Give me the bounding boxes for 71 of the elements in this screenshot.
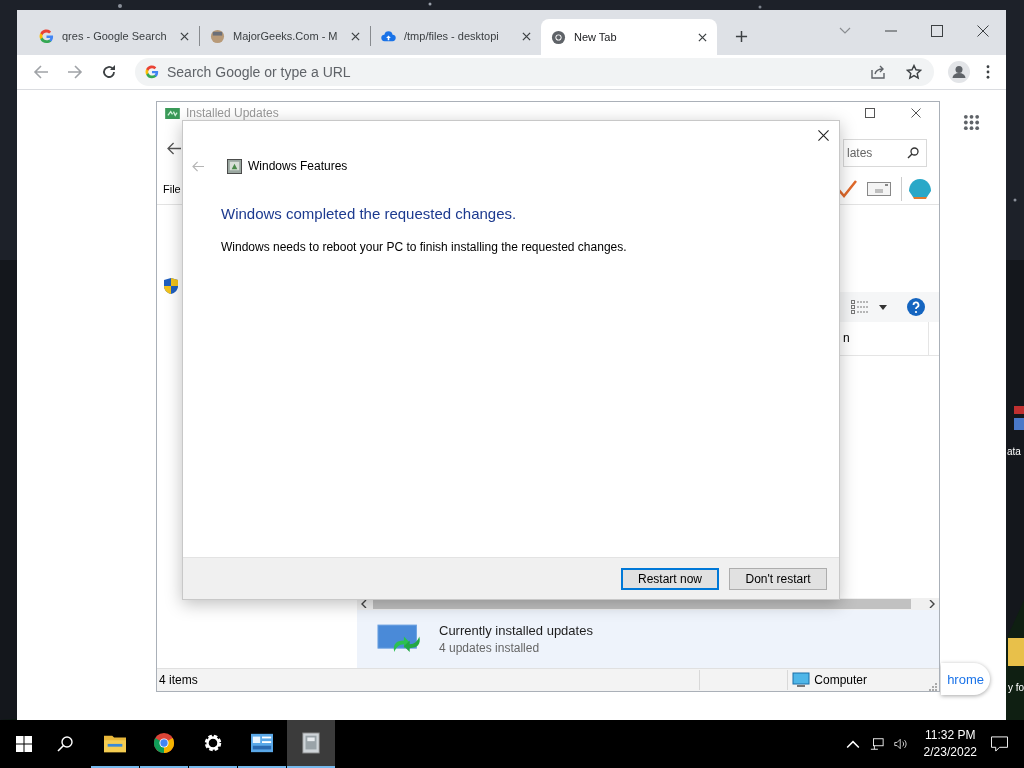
installer-icon <box>300 732 322 754</box>
dialog-title: Windows Features <box>248 159 348 173</box>
details-title: Currently installed updates <box>439 623 593 638</box>
column-header[interactable]: n <box>843 322 929 355</box>
gear-icon <box>202 732 224 754</box>
chrome-icon <box>153 732 175 754</box>
menu-item[interactable]: File <box>163 182 181 195</box>
close-icon[interactable] <box>522 31 531 41</box>
apps-grid-icon[interactable] <box>963 114 980 131</box>
clock-date: 2/23/2022 <box>923 744 977 761</box>
menu-icon[interactable] <box>986 65 990 79</box>
search-field[interactable]: lates <box>843 138 927 167</box>
envelope-icon[interactable] <box>867 181 891 196</box>
cancel-button[interactable]: Don't restart <box>729 567 827 590</box>
taskbar-button[interactable] <box>287 720 335 768</box>
details-subtitle: 4 updates installed <box>439 641 541 655</box>
maximize-icon[interactable] <box>931 25 943 37</box>
maximize-icon[interactable] <box>865 108 875 118</box>
new-tab-icon[interactable] <box>735 30 748 43</box>
google-icon <box>39 28 54 44</box>
clock-time: 11:32 PM <box>925 727 976 744</box>
view-options-icon[interactable] <box>851 300 869 314</box>
shield-icon <box>164 278 178 294</box>
close-icon[interactable] <box>911 108 921 118</box>
folder-icon <box>1008 638 1024 666</box>
notifications-icon[interactable] <box>991 736 1008 752</box>
shortcut-icon <box>1014 406 1024 430</box>
dialog-message: Windows needs to reboot your PC to finish installing the requested changes. <box>221 240 627 254</box>
network-icon[interactable] <box>869 737 884 751</box>
volume-icon[interactable] <box>893 737 908 751</box>
cloud-upload-icon <box>381 28 396 44</box>
search-icon <box>907 146 919 159</box>
shell-icon[interactable] <box>908 177 932 200</box>
star-icon[interactable] <box>906 64 922 80</box>
scroll-right-icon[interactable] <box>929 600 935 608</box>
restart-button[interactable]: Restart now <box>621 567 719 590</box>
browser-tab[interactable]: MajorGeeks.Com - M <box>200 19 370 53</box>
features-icon <box>227 158 242 174</box>
item-count: 4 items <box>159 673 198 687</box>
shortcut-bubble[interactable]: hrome <box>941 663 990 695</box>
location-label: Computer <box>814 673 867 687</box>
close-icon[interactable] <box>351 31 360 41</box>
profile-icon[interactable] <box>948 61 970 83</box>
computer-icon <box>792 672 811 688</box>
browser-tab[interactable]: New Tab <box>541 19 717 55</box>
close-icon[interactable] <box>977 25 989 37</box>
chrome-icon <box>551 29 566 45</box>
share-icon[interactable] <box>870 64 886 80</box>
back-icon[interactable] <box>167 142 182 155</box>
help-icon[interactable] <box>907 298 925 316</box>
dropdown-arrow-icon[interactable] <box>879 304 887 310</box>
window-title: Installed Updates <box>186 106 279 120</box>
close-icon[interactable] <box>180 31 189 41</box>
google-icon <box>145 65 159 79</box>
reload-icon[interactable] <box>101 64 117 80</box>
close-icon[interactable] <box>698 32 707 42</box>
dialog-heading: Windows completed the requested changes. <box>221 205 517 222</box>
browser-tab[interactable]: /tmp/files - desktopi <box>371 19 541 53</box>
checkmark-icon[interactable] <box>837 179 857 198</box>
updates-icon <box>165 107 180 119</box>
desktop-icon-label: y fo <box>1008 682 1024 694</box>
desktop-icon-label: ata <box>1007 446 1021 458</box>
clock[interactable]: 11:32 PM 2/23/2022 <box>923 727 977 761</box>
address-bar[interactable]: Search Google or type a URL <box>135 58 934 86</box>
search-icon[interactable] <box>57 736 73 752</box>
browser-tab[interactable]: qres - Google Search <box>29 19 199 53</box>
resize-grip-icon[interactable] <box>927 681 937 691</box>
control-panel-icon <box>251 732 273 754</box>
mascot-icon <box>210 28 225 44</box>
start-icon[interactable] <box>16 736 32 752</box>
close-icon[interactable] <box>818 129 829 141</box>
